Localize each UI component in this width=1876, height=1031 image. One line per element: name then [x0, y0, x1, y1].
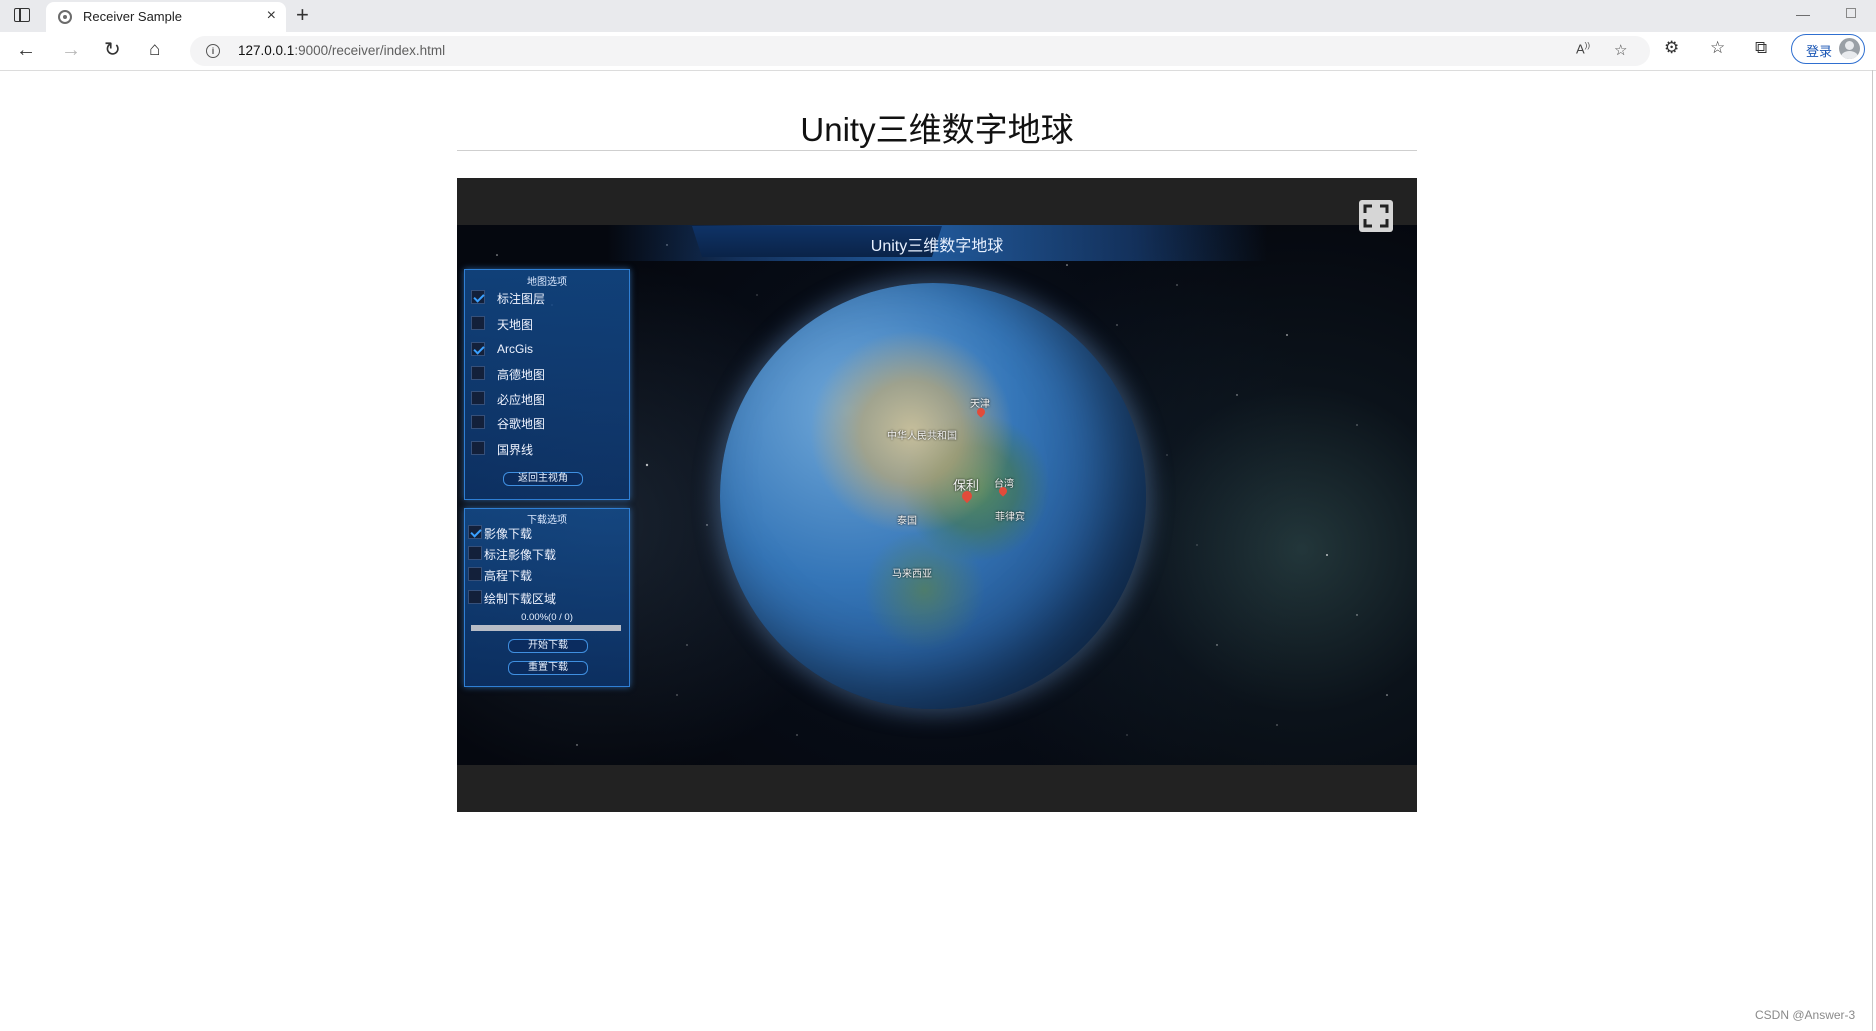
page-edge: [1872, 70, 1873, 1031]
reset-download-button[interactable]: 重置下载: [508, 661, 588, 675]
checkbox[interactable]: [468, 525, 482, 539]
start-download-button[interactable]: 开始下载: [508, 639, 588, 653]
checkbox[interactable]: [471, 316, 485, 330]
fullscreen-icon: [1363, 204, 1389, 228]
return-home-view-button[interactable]: 返回主视角: [503, 472, 583, 486]
collections-icon[interactable]: ⧉: [1755, 38, 1767, 58]
checkbox[interactable]: [471, 366, 485, 380]
unity-canvas[interactable]: Unity三维数字地球 中华人民共和国 天津 保利 台湾 泰国 菲律宾 马来西亚…: [457, 225, 1417, 765]
checkbox[interactable]: [471, 415, 485, 429]
digital-earth-globe[interactable]: [720, 283, 1146, 709]
tab-bar: Receiver Sample × + —: [0, 0, 1876, 32]
option-label: 标注影像下载: [484, 548, 557, 562]
checkbox[interactable]: [468, 567, 482, 581]
watermark: CSDN @Answer-3: [1755, 1008, 1856, 1022]
option-label: 谷歌地图: [497, 417, 546, 431]
back-icon[interactable]: ←: [16, 38, 36, 62]
checkbox[interactable]: [471, 441, 485, 455]
home-icon[interactable]: ⌂: [149, 38, 160, 62]
label-malaysia: 马来西亚: [892, 569, 932, 580]
checkbox[interactable]: [471, 391, 485, 405]
minimize-icon[interactable]: —: [1796, 6, 1810, 22]
download-progress-text: 0.00%(0 / 0): [521, 612, 573, 623]
browser-toolbar: ← → ↻ ⌂ i 127.0.0.1:9000/receiver/index.…: [0, 32, 1876, 71]
forward-icon[interactable]: →: [61, 38, 81, 62]
map-options-panel: 地图选项 标注图层 天地图 ArcGis 高德地图 必应地图 谷歌地图 国界线 …: [464, 269, 630, 500]
download-options-panel: 下载选项 影像下载 标注影像下载 高程下载 绘制下载区域 0.00%(0 / 0…: [464, 508, 630, 687]
login-button[interactable]: 登录: [1791, 34, 1865, 64]
option-label: 绘制下载区域: [484, 592, 557, 606]
vertical-tabs-icon[interactable]: [14, 8, 30, 22]
favorites-icon[interactable]: ☆: [1710, 38, 1725, 58]
option-label: 高程下载: [484, 569, 533, 583]
option-label: 高德地图: [497, 368, 546, 382]
unity-favicon-icon: [58, 10, 72, 24]
checkbox[interactable]: [468, 546, 482, 560]
option-label: 国界线: [497, 443, 534, 457]
extensions-icon[interactable]: ⚙: [1664, 38, 1679, 58]
read-aloud-icon[interactable]: A)): [1576, 41, 1590, 56]
title-divider: [457, 150, 1417, 151]
label-china: 中华人民共和国: [887, 431, 957, 442]
url-text[interactable]: 127.0.0.1:9000/receiver/index.html: [238, 43, 445, 58]
label-thailand: 泰国: [897, 516, 917, 527]
checkbox[interactable]: [471, 290, 485, 304]
option-label: 天地图: [497, 318, 534, 332]
option-label: 影像下载: [484, 527, 533, 541]
page-title: Unity三维数字地球: [800, 111, 1074, 148]
scene-title: Unity三维数字地球: [870, 238, 1004, 255]
add-favorite-icon[interactable]: ☆: [1614, 41, 1627, 59]
new-tab-button[interactable]: +: [296, 2, 309, 28]
download-panel-title: 下载选项: [527, 515, 567, 526]
unity-player[interactable]: Unity三维数字地球 中华人民共和国 天津 保利 台湾 泰国 菲律宾 马来西亚…: [457, 178, 1417, 812]
browser-tab[interactable]: Receiver Sample ×: [46, 2, 286, 32]
option-label: ArcGis: [497, 342, 533, 356]
profile-avatar-icon: [1839, 38, 1860, 59]
checkbox[interactable]: [471, 342, 485, 356]
login-label: 登录: [1806, 44, 1833, 59]
restore-icon[interactable]: [1846, 8, 1856, 18]
tab-title: Receiver Sample: [83, 9, 182, 24]
site-info-icon[interactable]: i: [206, 44, 220, 58]
checkbox[interactable]: [468, 590, 482, 604]
address-bar[interactable]: i 127.0.0.1:9000/receiver/index.html A))…: [190, 36, 1650, 66]
map-panel-title: 地图选项: [527, 277, 567, 288]
option-label: 标注图层: [497, 292, 546, 306]
option-label: 必应地图: [497, 393, 546, 407]
download-progress-bar: [471, 625, 621, 631]
close-tab-icon[interactable]: ×: [267, 7, 276, 25]
fullscreen-button[interactable]: [1359, 200, 1393, 232]
label-philippines: 菲律宾: [995, 512, 1025, 523]
reload-icon[interactable]: ↻: [104, 38, 121, 62]
